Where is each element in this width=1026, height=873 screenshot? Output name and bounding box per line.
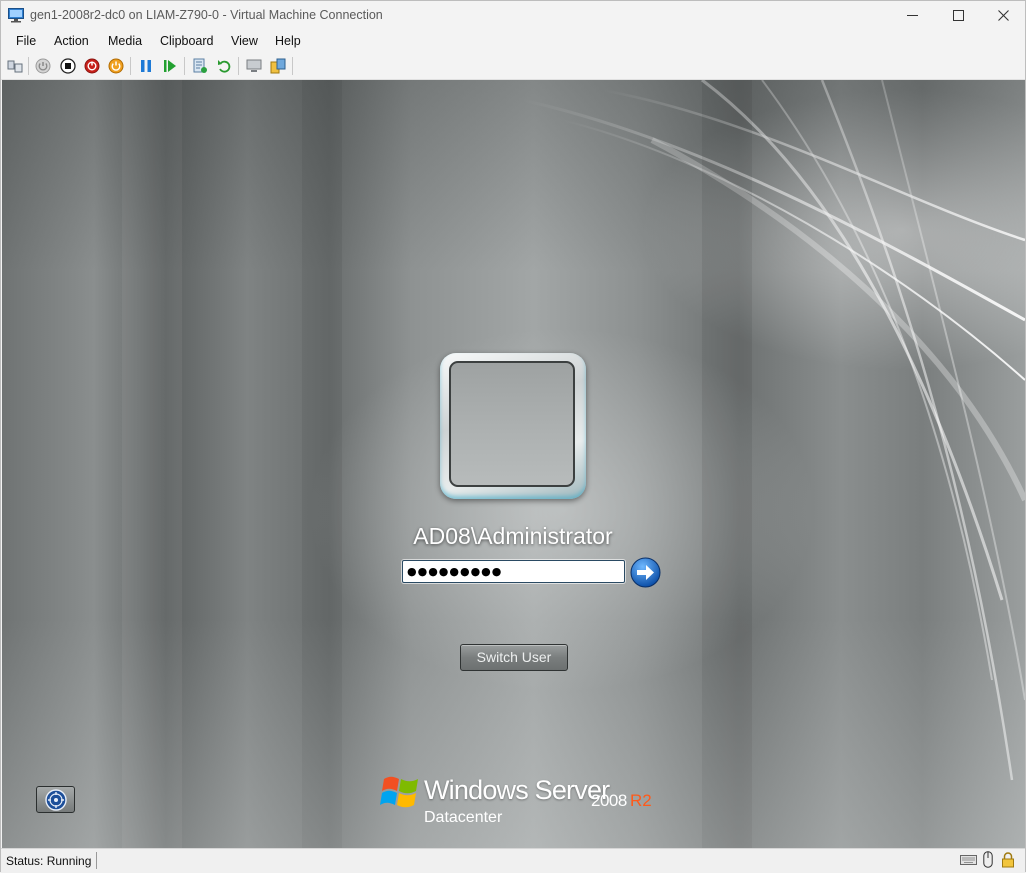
revert-icon [217,59,230,73]
share-button[interactable] [269,57,286,74]
ease-of-access-button[interactable] [36,786,75,813]
menu-help[interactable]: Help [275,34,301,48]
resume-icon [163,59,176,72]
product-release: R2 [630,791,652,810]
product-name: Windows Server [424,775,610,805]
turn-off-icon [59,57,76,74]
menu-media[interactable]: Media [108,34,142,48]
menu-view[interactable]: View [231,34,258,48]
close-button[interactable] [980,1,1026,30]
turn-off-button[interactable] [59,57,76,74]
enhanced-session-icon [246,59,261,72]
menu-file[interactable]: File [16,34,36,48]
vm-monitor-icon [8,8,24,23]
menu-bar: File Action Media Clipboard View Help [1,30,1025,52]
window-title: gen1-2008r2-dc0 on LIAM-Z790-0 - Virtual… [30,8,383,22]
ctrl-alt-del-button[interactable] [6,57,23,74]
enhanced-session-button[interactable] [245,57,262,74]
shut-down-icon [84,58,99,73]
toolbar-separator [238,57,239,75]
user-picture-frame [440,353,586,499]
ctrl-alt-del-icon [7,60,22,72]
keyboard-icon [960,855,977,865]
checkpoint-icon [193,58,207,73]
status-separator [96,852,97,869]
toolbar-separator [28,57,29,75]
lock-icon [1002,852,1014,868]
product-version: 2008 [591,791,627,810]
status-bar: Status: Running [1,848,1025,873]
status-text: Status: Running [6,854,92,868]
power-save-button[interactable] [107,57,124,74]
start-button[interactable] [34,57,51,74]
maximize-button[interactable] [935,1,981,30]
revert-button[interactable] [215,57,232,74]
share-icon [270,58,285,73]
close-icon [997,10,1009,21]
password-field[interactable] [402,560,625,583]
toolbar [1,52,1025,80]
mouse-icon [983,851,993,868]
pause-icon [140,59,151,72]
pause-button[interactable] [137,57,154,74]
minimize-icon [906,15,918,16]
vm-connection-window: gen1-2008r2-dc0 on LIAM-Z790-0 - Virtual… [0,0,1026,873]
ease-of-access-icon [44,788,67,811]
submit-arrow-button[interactable] [630,557,661,588]
switch-user-button[interactable]: Switch User [460,644,568,671]
shut-down-button[interactable] [83,57,100,74]
minimize-button[interactable] [889,1,935,30]
checkpoint-button[interactable] [191,57,208,74]
toolbar-separator [292,57,293,75]
toolbar-separator [184,57,185,75]
username-label: AD08\Administrator [413,523,613,549]
user-picture [449,361,575,487]
vm-display[interactable]: AD08\Administrator Switch User [2,80,1025,848]
maximize-icon [952,10,964,21]
windows-server-branding: Windows Server 2008 R2 Datacenter [380,773,660,833]
windows-logo-icon [380,776,418,808]
toolbar-separator [130,57,131,75]
menu-clipboard[interactable]: Clipboard [160,34,214,48]
product-edition: Datacenter [424,809,503,826]
menu-action[interactable]: Action [54,34,89,48]
title-bar: gen1-2008r2-dc0 on LIAM-Z790-0 - Virtual… [1,1,1025,30]
start-icon [35,58,50,73]
resume-button[interactable] [161,57,178,74]
power-save-icon [108,58,123,73]
